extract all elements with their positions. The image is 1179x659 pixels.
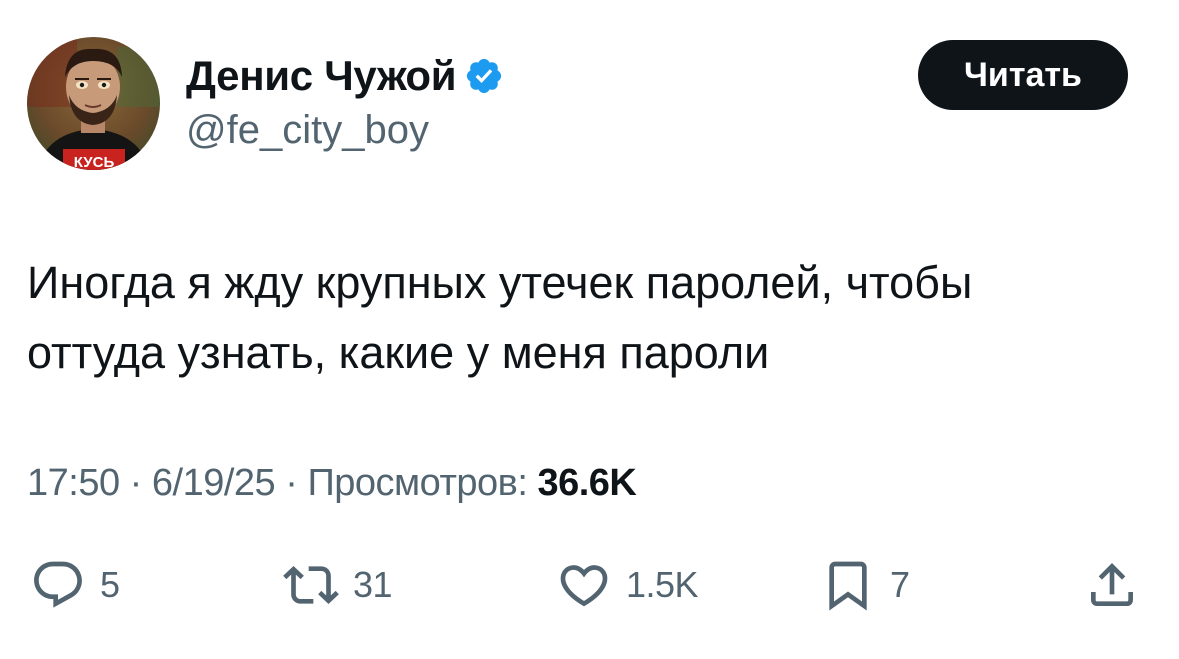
avatar[interactable]: КУСЬ: [27, 37, 160, 170]
bookmark-button[interactable]: 7: [820, 555, 910, 615]
bookmark-count: 7: [890, 564, 910, 605]
share-icon: [1084, 557, 1140, 613]
reply-icon: [30, 557, 86, 613]
tweet-actions-bar: 5 31 1.5K 7: [0, 555, 1179, 615]
heart-icon: [556, 557, 612, 613]
retweet-button[interactable]: 31: [283, 555, 393, 615]
views-label: Просмотров:: [307, 462, 528, 504]
like-count: 1.5K: [626, 564, 699, 605]
tweet-date[interactable]: 6/19/25: [152, 462, 276, 504]
bookmark-icon: [820, 557, 876, 613]
author-name-row[interactable]: Денис Чужой: [186, 50, 504, 102]
reply-count: 5: [100, 564, 120, 605]
author-display-name[interactable]: Денис Чужой: [186, 52, 457, 100]
avatar-image: КУСЬ: [27, 37, 160, 170]
retweet-count: 31: [353, 564, 393, 605]
verified-badge-icon: [464, 56, 504, 96]
like-button[interactable]: 1.5K: [556, 555, 699, 615]
meta-separator: ·: [119, 462, 152, 504]
tweet-time[interactable]: 17:50: [27, 462, 120, 504]
author-handle[interactable]: @fe_city_boy: [186, 108, 429, 153]
views-count: 36.6K: [537, 462, 637, 504]
reply-button[interactable]: 5: [30, 555, 120, 615]
tweet-text-line: оттуда узнать, какие у меня пароли: [27, 327, 770, 378]
tweet-meta: 17:50 · 6/19/25 · Просмотров: 36.6K: [27, 462, 637, 505]
avatar-shirt-text: КУСЬ: [74, 154, 115, 170]
tweet-text: Иногда я жду крупных утечек паролей, что…: [27, 248, 1157, 388]
meta-separator: ·: [275, 462, 308, 504]
tweet-text-line: Иногда я жду крупных утечек паролей, что…: [27, 257, 973, 308]
share-button[interactable]: [1084, 555, 1140, 615]
retweet-icon: [283, 557, 339, 613]
follow-button[interactable]: Читать: [918, 40, 1128, 110]
